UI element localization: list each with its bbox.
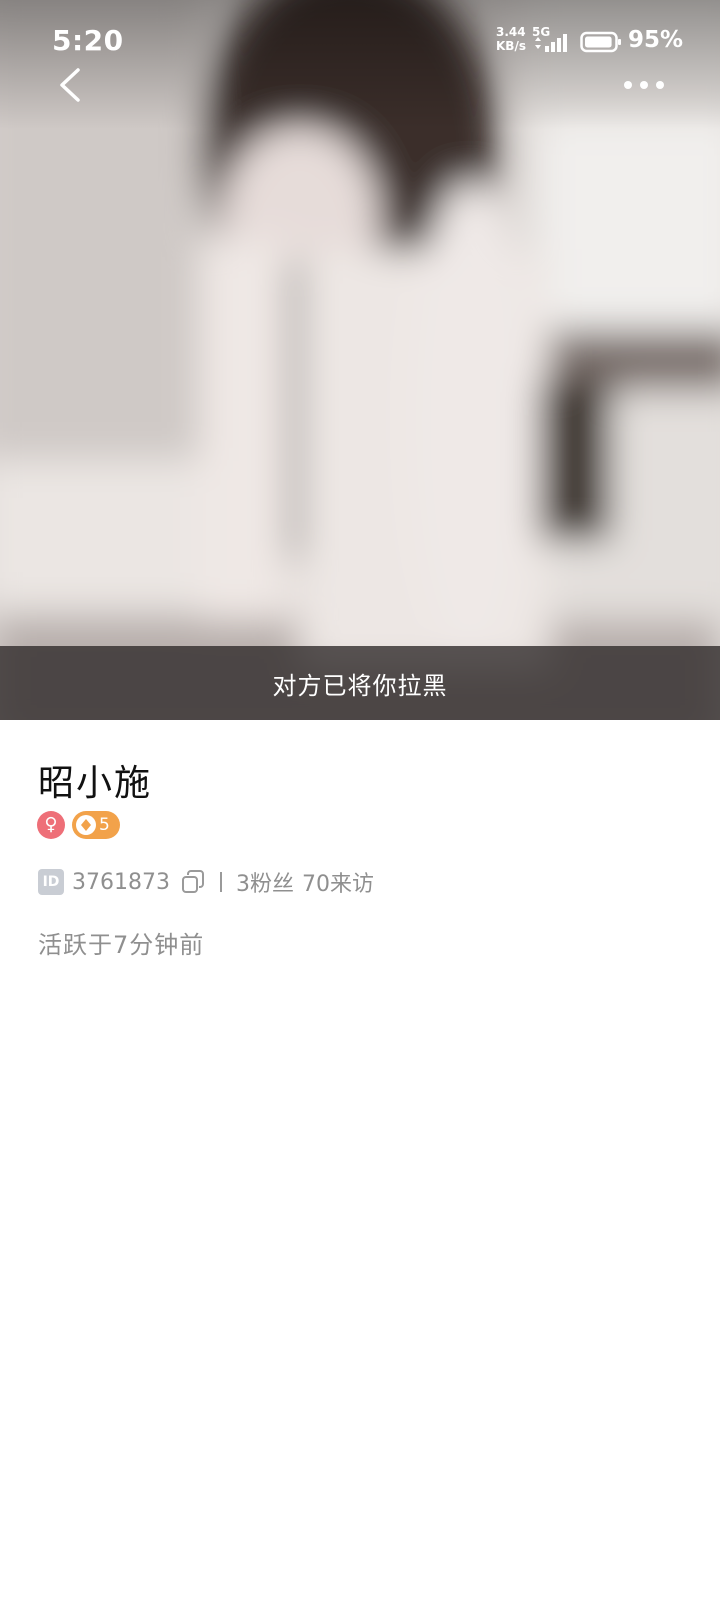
signal-strength-icon [535, 34, 567, 52]
user-nickname: 昭小施 [38, 763, 153, 804]
followers-count[interactable]: 3粉丝 [236, 866, 294, 898]
back-button[interactable] [50, 62, 90, 108]
profile-cover: 5:20 3.44 KB/s 5G 95% 对方已将你拉黑 [0, 0, 720, 720]
more-dots-icon [624, 81, 664, 89]
blocked-notice-banner: 对方已将你拉黑 [0, 646, 720, 720]
level-number: 5 [99, 815, 110, 835]
copy-icon[interactable] [180, 869, 206, 895]
last-active-status: 活跃于7分钟前 [38, 931, 205, 959]
battery-percent: 95% [628, 27, 684, 53]
gender-female-icon: ♀ [37, 811, 65, 839]
diamond-icon [76, 815, 96, 835]
more-options-button[interactable] [620, 70, 668, 100]
status-bar: 5:20 3.44 KB/s 5G 95% [0, 0, 720, 84]
level-badge[interactable]: 5 [72, 811, 120, 839]
user-id: 3761873 [72, 869, 170, 895]
network-speed-value: 3.44 [496, 25, 526, 39]
status-time: 5:20 [52, 24, 124, 57]
network-speed: 3.44 KB/s [496, 25, 526, 53]
battery-icon [580, 31, 621, 53]
network-speed-unit: KB/s [496, 39, 526, 53]
blocked-notice-text: 对方已将你拉黑 [272, 671, 448, 700]
user-meta-row: ID 3761873 3粉丝 70来访 [38, 867, 382, 897]
cover-photo [0, 0, 720, 720]
profile-info: 昭小施 ♀ 5 ID 3761873 3粉丝 70来访 活跃于7分钟前 [0, 720, 720, 1600]
chevron-left-icon [60, 68, 80, 102]
id-icon: ID [38, 869, 64, 895]
visitors-count[interactable]: 70来访 [302, 866, 374, 898]
user-badges: ♀ 5 [37, 810, 120, 840]
meta-divider [219, 872, 222, 892]
